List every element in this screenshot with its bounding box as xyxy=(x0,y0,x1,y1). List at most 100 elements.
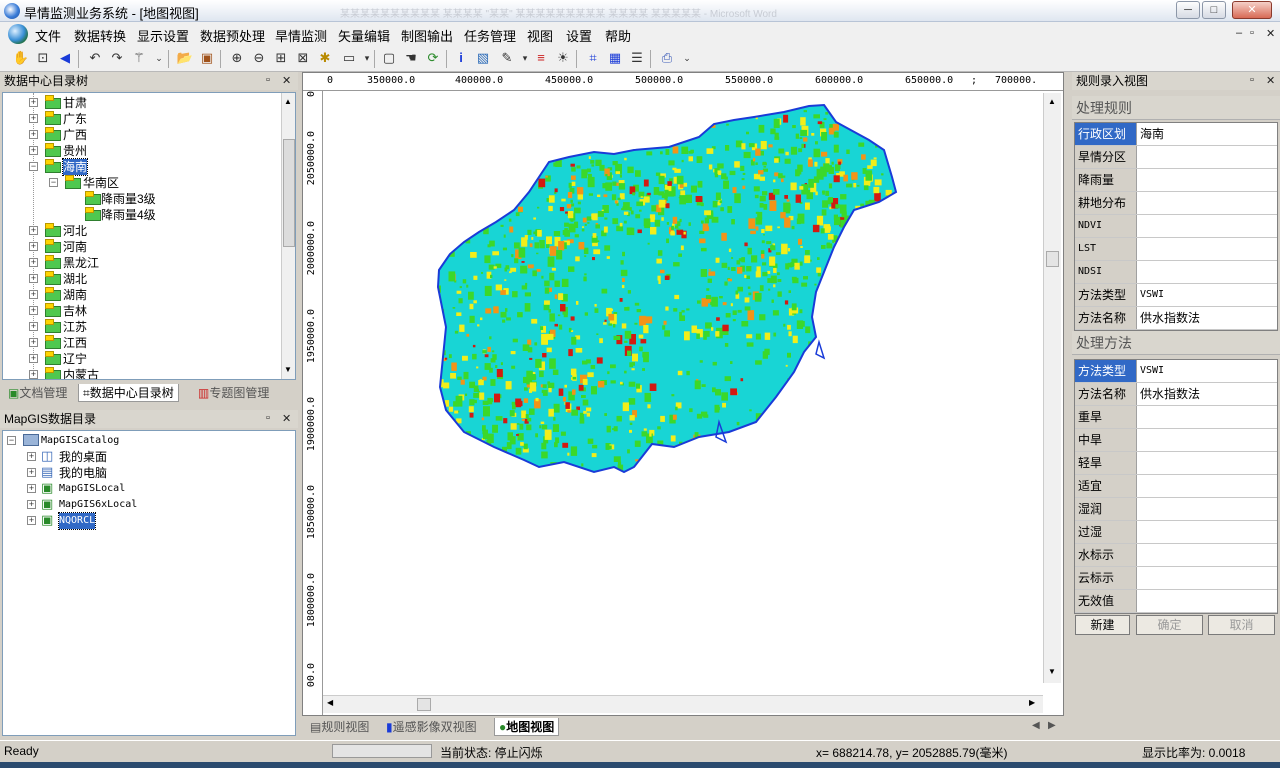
zoom-box-icon[interactable]: ⊞ xyxy=(272,49,290,67)
scrollbar-thumb[interactable] xyxy=(417,698,431,711)
tab-data-center-tree[interactable]: ⌗数据中心目录树 xyxy=(78,384,179,402)
grid-row[interactable]: 方法名称 供水指数法 xyxy=(1075,383,1277,406)
expand-icon[interactable]: + xyxy=(29,370,38,379)
collapse-icon[interactable]: − xyxy=(7,436,16,445)
menu-vector-edit[interactable]: 矢量编辑 xyxy=(338,26,390,45)
ok-button[interactable]: 确定 xyxy=(1136,615,1203,635)
tree-item-hubei[interactable]: 湖北 xyxy=(63,271,87,287)
tab-rule-view[interactable]: ▤规则视图 xyxy=(306,718,373,736)
grid-row[interactable]: 过湿 xyxy=(1075,521,1277,544)
pan-hand-icon[interactable]: ✋ xyxy=(12,49,30,67)
grid-row[interactable]: 中旱 xyxy=(1075,429,1277,452)
scroll-down-icon[interactable]: ▼ xyxy=(284,365,292,374)
expand-icon[interactable]: + xyxy=(27,468,36,477)
menu-settings[interactable]: 设置 xyxy=(566,26,592,45)
tree-item-heilongjiang[interactable]: 黑龙江 xyxy=(63,255,99,271)
grid-row[interactable]: 水标示 xyxy=(1075,544,1277,567)
tree-item-hainan[interactable]: 海南 xyxy=(61,158,89,176)
grid-row[interactable]: 方法名称 供水指数法 xyxy=(1075,307,1277,330)
close-icon[interactable]: ✕ xyxy=(282,74,291,87)
list-icon[interactable]: ☰ xyxy=(628,49,646,67)
info-icon[interactable]: i xyxy=(452,49,470,67)
menu-data-preprocess[interactable]: 数据预处理 xyxy=(200,26,265,45)
tree-item-jiangxi[interactable]: 江西 xyxy=(63,335,87,351)
zoom-fit-icon[interactable]: ⊠ xyxy=(294,49,312,67)
map-vertical-scrollbar[interactable]: ▲ ▼ xyxy=(1043,93,1061,683)
menu-map-output[interactable]: 制图输出 xyxy=(401,26,453,45)
grid-value[interactable]: 海南 xyxy=(1137,123,1277,145)
tree-item-hebei[interactable]: 河北 xyxy=(63,223,87,239)
grid-value[interactable] xyxy=(1137,590,1277,612)
tree-item-neimenggu[interactable]: 内蒙古 xyxy=(63,367,99,379)
print-icon[interactable]: ⎙ xyxy=(658,49,676,67)
grid-row[interactable]: LST xyxy=(1075,238,1277,261)
expand-icon[interactable]: + xyxy=(29,274,38,283)
grid-value[interactable] xyxy=(1137,475,1277,497)
tree-item-jiangsu[interactable]: 江苏 xyxy=(63,319,87,335)
collapse-icon[interactable]: − xyxy=(49,178,58,187)
grid-value[interactable] xyxy=(1137,261,1277,283)
tree-scrollbar[interactable]: ▲ ▼ xyxy=(281,93,295,379)
grid-value[interactable]: VSWI xyxy=(1137,360,1277,382)
tab-rs-dual-view[interactable]: ▮遥感影像双视图 xyxy=(382,718,481,736)
grid-value[interactable] xyxy=(1137,215,1277,237)
expand-icon[interactable]: + xyxy=(29,338,38,347)
expand-icon[interactable]: + xyxy=(29,98,38,107)
expand-icon[interactable]: + xyxy=(27,516,36,525)
table-icon[interactable]: ▦ xyxy=(606,49,624,67)
map-horizontal-scrollbar[interactable]: ◀ ▶ xyxy=(323,695,1043,713)
tree-item-mapgis-local[interactable]: MapGISLocal xyxy=(59,481,125,497)
frame-icon[interactable]: ▭ xyxy=(340,49,358,67)
expand-icon[interactable]: + xyxy=(29,146,38,155)
map-view[interactable]: 0 350000.0 400000.0 450000.0 500000.0 55… xyxy=(302,72,1064,716)
expand-icon[interactable]: + xyxy=(27,452,36,461)
close-icon[interactable]: ✕ xyxy=(1266,74,1275,87)
tab-scroll-left-icon[interactable]: ◀ xyxy=(1032,720,1040,731)
tree-item-guizhou[interactable]: 贵州 xyxy=(63,143,87,159)
toolbar-overflow-icon[interactable]: ⌄ xyxy=(150,49,168,67)
frame-icon[interactable]: ▢ xyxy=(380,49,398,67)
expand-icon[interactable]: + xyxy=(29,354,38,363)
grid-value[interactable] xyxy=(1137,498,1277,520)
tab-document-manage[interactable]: ▣文档管理 xyxy=(4,384,71,402)
pin-icon[interactable]: ▫ xyxy=(266,412,270,424)
pin-icon[interactable]: ▫ xyxy=(266,74,270,86)
tree-item-gansu[interactable]: 甘肃 xyxy=(63,95,87,111)
tab-thematic-map[interactable]: ▥专题图管理 xyxy=(194,384,273,402)
grid-value[interactable] xyxy=(1137,452,1277,474)
tree-item-my-desktop[interactable]: 我的桌面 xyxy=(59,449,107,465)
menu-view[interactable]: 视图 xyxy=(527,26,553,45)
zoom-out-icon[interactable]: ⊖ xyxy=(250,49,268,67)
back-icon[interactable]: ◀ xyxy=(56,49,74,67)
tree-item-hunan[interactable]: 湖南 xyxy=(63,287,87,303)
tree-item-jilin[interactable]: 吉林 xyxy=(63,303,87,319)
expand-icon[interactable]: + xyxy=(29,290,38,299)
expand-icon[interactable]: + xyxy=(29,226,38,235)
expand-icon[interactable]: + xyxy=(27,484,36,493)
layer-image-icon[interactable]: ▧ xyxy=(474,49,492,67)
refresh-icon[interactable]: ⟳ xyxy=(424,49,442,67)
scroll-up-icon[interactable]: ▲ xyxy=(1048,97,1056,106)
tree-item-nqorcl[interactable]: NQORCL xyxy=(57,512,97,530)
scrollbar-thumb[interactable] xyxy=(1046,251,1059,267)
new-button[interactable]: 新建 xyxy=(1075,615,1130,635)
scroll-down-icon[interactable]: ▼ xyxy=(1048,667,1056,676)
save-icon[interactable]: ▣ xyxy=(198,49,216,67)
grid-row[interactable]: 重旱 xyxy=(1075,406,1277,429)
tree-item-guangxi[interactable]: 广西 xyxy=(63,127,87,143)
brightness-icon[interactable]: ☀ xyxy=(554,49,572,67)
grid-value[interactable] xyxy=(1137,238,1277,260)
expand-icon[interactable]: + xyxy=(27,500,36,509)
grid-row[interactable]: 云标示 xyxy=(1075,567,1277,590)
mdi-close-button[interactable]: ✕ xyxy=(1266,27,1275,40)
expand-icon[interactable]: + xyxy=(29,114,38,123)
menu-display-settings[interactable]: 显示设置 xyxy=(137,26,189,45)
scroll-left-icon[interactable]: ◀ xyxy=(327,698,333,707)
grid-row[interactable]: 方法类型 VSWI xyxy=(1075,284,1277,307)
open-folder-icon[interactable]: 📂 xyxy=(176,49,194,67)
grid-row[interactable]: 轻旱 xyxy=(1075,452,1277,475)
minimize-button[interactable]: ─ xyxy=(1176,1,1200,19)
grid-icon[interactable]: ⌗ xyxy=(584,49,602,67)
expand-icon[interactable]: + xyxy=(29,130,38,139)
close-button[interactable]: ✕ xyxy=(1232,1,1272,19)
